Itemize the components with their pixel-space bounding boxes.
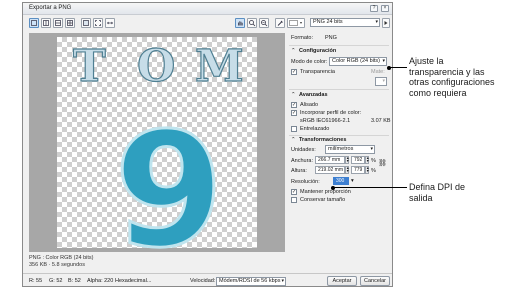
preview-canvas[interactable]: T O M 9 [29, 33, 285, 272]
single-view-button[interactable] [29, 18, 39, 28]
speed-select[interactable]: Módem/RDSI de 56 kbps ▾ [216, 277, 286, 286]
bottom-bar: R: 55 G: 52 B: 52 Alpha: 220 Hexadecimal… [23, 273, 392, 286]
smooth-checkbox[interactable]: ✓ [291, 102, 297, 108]
readout-b: B: 52 [68, 278, 81, 284]
chevron-down-icon: ▾ [382, 58, 385, 64]
export-dialog: Exportar a PNG ? × PNG 24 bits ▾ T O M 9… [22, 2, 393, 287]
dialog-title: Exportar a PNG [29, 5, 72, 11]
interlaced-checkbox[interactable] [291, 126, 297, 132]
readout-r: R: 55 [29, 278, 43, 284]
cancel-button[interactable]: Cancelar [360, 276, 390, 286]
status-size: 356 KB · 5.8 segundos [29, 262, 85, 268]
height-input[interactable]: 219.02 mm [315, 166, 345, 174]
callout-dpi: Defina DPI de salida [409, 182, 466, 203]
keep-ratio-label: Mantener proporción [300, 189, 351, 195]
callout-transparency: Ajuste la transparencia y las otras conf… [409, 56, 495, 98]
color-mode-label: Modo de color: [291, 59, 328, 65]
height-percent-input[interactable]: 779 [351, 166, 365, 174]
height-percent-spinner[interactable]: ▲ ▼ [365, 166, 369, 174]
preview-letter-t: T [72, 41, 106, 92]
quad-view-button[interactable] [65, 18, 75, 28]
matte-color-select[interactable]: ▾ [375, 77, 387, 86]
zoom-in-button[interactable] [247, 18, 257, 28]
collapse-icon[interactable]: ⌃ [291, 137, 296, 143]
help-icon[interactable]: ? [370, 5, 378, 12]
resolution-label: Resolución: [291, 179, 320, 185]
keep-size-checkbox[interactable] [291, 197, 297, 203]
close-icon[interactable]: × [381, 5, 389, 12]
keep-ratio-checkbox[interactable]: ✓ [291, 189, 297, 195]
height-percent-symbol: % [371, 168, 376, 174]
speed-label: Velocidad: [190, 278, 216, 284]
keep-size-label: Conservar tamaño [300, 197, 346, 203]
preview-number: 9 [113, 99, 226, 283]
readout-alpha: Alpha: 220 [87, 278, 114, 284]
pan-tool-button[interactable] [235, 18, 245, 28]
callout-top-line [389, 67, 407, 68]
preview-status: PNG : Color RGB (24 bits) 356 KB · 5.8 s… [29, 255, 94, 269]
transparency-checkbox[interactable]: ✓ [291, 69, 297, 75]
resolution-input[interactable]: 300 [333, 177, 349, 185]
advanced-header: Avanzadas [299, 92, 328, 98]
chevron-down-icon[interactable]: ▾ [351, 178, 354, 184]
interlaced-label: Entrelazado [300, 126, 330, 132]
title-bar: Exportar a PNG ? × [23, 3, 392, 15]
collapse-icon[interactable]: ⌃ [291, 48, 296, 54]
settings-panel: Formato: PNG ⌃ Configuración Modo de col… [289, 33, 391, 271]
smooth-label: Alisado [300, 102, 319, 108]
chevron-down-icon: ▾ [382, 78, 385, 84]
readout-g: G: 52 [49, 278, 63, 284]
chevron-down-icon: ▾ [281, 278, 284, 284]
format-value: PNG [325, 35, 337, 41]
format-label: Formato: [291, 35, 314, 41]
fit-page-button[interactable] [81, 18, 91, 28]
matte-label: Mate: [371, 69, 385, 75]
width-percent-spinner[interactable]: ▲ ▼ [365, 156, 369, 164]
profile-size: 3.07 KB [371, 118, 391, 124]
split-vertical-button[interactable] [41, 18, 51, 28]
preset-menu-button[interactable] [382, 18, 390, 28]
color-mode-select[interactable]: Color RGB (24 bits) ▾ [329, 57, 387, 66]
link-ratio-icon[interactable]: ⛓ [378, 159, 387, 167]
accept-button[interactable]: Aceptar [327, 276, 357, 286]
preset-select[interactable]: PNG 24 bits ▾ [310, 18, 380, 27]
width-spinner[interactable]: ▲ ▼ [345, 156, 349, 164]
width-label: Anchura: [291, 158, 314, 164]
status-format: PNG : Color RGB (24 bits) [29, 255, 94, 261]
preview-letter-o: O [136, 41, 176, 92]
split-horizontal-button[interactable] [53, 18, 63, 28]
width-percent-input[interactable]: 792 [351, 156, 365, 164]
zoom-out-button[interactable] [259, 18, 269, 28]
eyedropper-icon[interactable] [275, 18, 285, 28]
embed-profile-label: Incorporar perfil de color: [300, 110, 362, 116]
transparency-label: Transparencia [300, 69, 335, 75]
config-header: Configuración [299, 48, 337, 54]
chevron-down-icon: ▾ [375, 19, 378, 25]
units-select[interactable]: milímetros ▾ [325, 145, 375, 154]
color-swatch-dropdown[interactable] [287, 18, 305, 28]
height-spinner[interactable]: ▲ ▼ [345, 166, 349, 174]
embed-profile-checkbox[interactable]: ✓ [291, 110, 297, 116]
full-screen-button[interactable] [93, 18, 103, 28]
units-label: Unidades: [291, 147, 316, 153]
preview-letter-m: M [194, 41, 244, 92]
collapse-icon[interactable]: ⌃ [291, 92, 296, 98]
preview-artboard: T O M 9 [57, 37, 257, 272]
width-percent-symbol: % [371, 158, 376, 164]
fit-width-button[interactable] [105, 18, 115, 28]
height-label: Altura: [291, 168, 307, 174]
profile-name: sRGB IEC61966-2.1 [300, 118, 351, 124]
transform-header: Transformaciones [299, 137, 347, 143]
chevron-down-icon: ▾ [370, 146, 373, 152]
callout-bottom-line [333, 187, 407, 188]
hex-readout[interactable]: Hexadecimal... [115, 278, 151, 284]
width-input[interactable]: 266.7 mm [315, 156, 345, 164]
